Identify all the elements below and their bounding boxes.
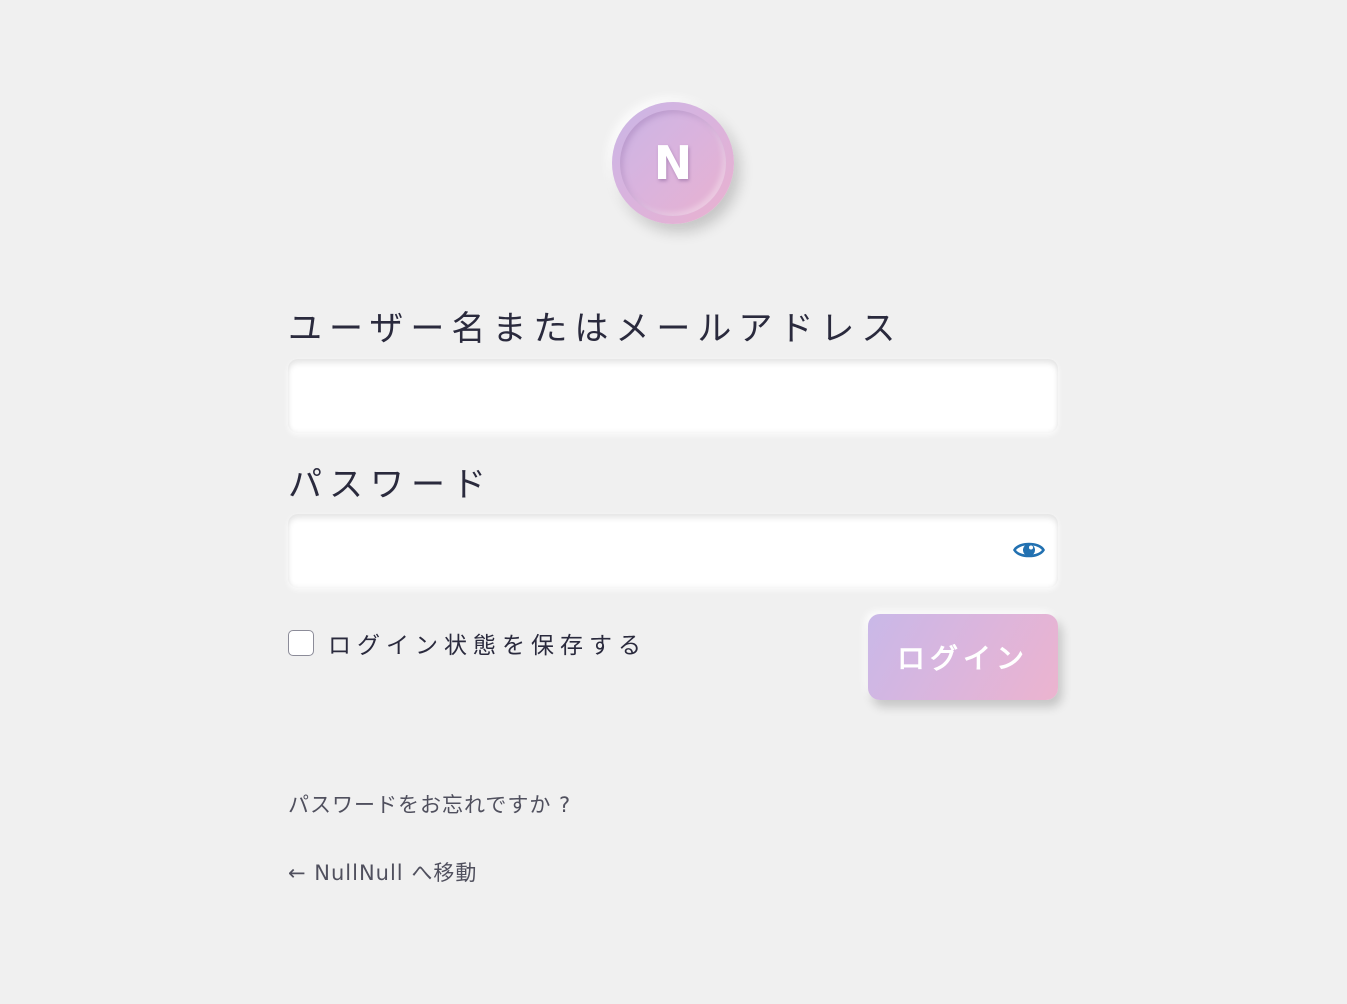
remember-me[interactable]: ログイン状態を保存する: [288, 626, 647, 660]
username-label: ユーザー名またはメールアドレス: [288, 309, 903, 349]
login-page: N ユーザー名またはメールアドレス パスワード ログイン状態を保存する ログイン…: [0, 0, 1347, 1004]
back-to-site-link[interactable]: ← NullNull へ移動: [288, 857, 477, 887]
login-button[interactable]: ログイン: [868, 614, 1058, 700]
password-input[interactable]: [288, 514, 1058, 588]
show-password-button[interactable]: [1010, 533, 1048, 567]
lost-password-link[interactable]: パスワードをお忘れですか ?: [288, 789, 571, 819]
logo-letter: N: [653, 136, 693, 190]
site-logo[interactable]: N: [612, 102, 734, 224]
remember-me-checkbox[interactable]: [288, 630, 314, 656]
remember-me-label: ログイン状態を保存する: [328, 633, 647, 659]
username-input[interactable]: [288, 359, 1058, 433]
eye-icon: [1013, 542, 1045, 558]
password-label: パスワード: [288, 465, 493, 505]
